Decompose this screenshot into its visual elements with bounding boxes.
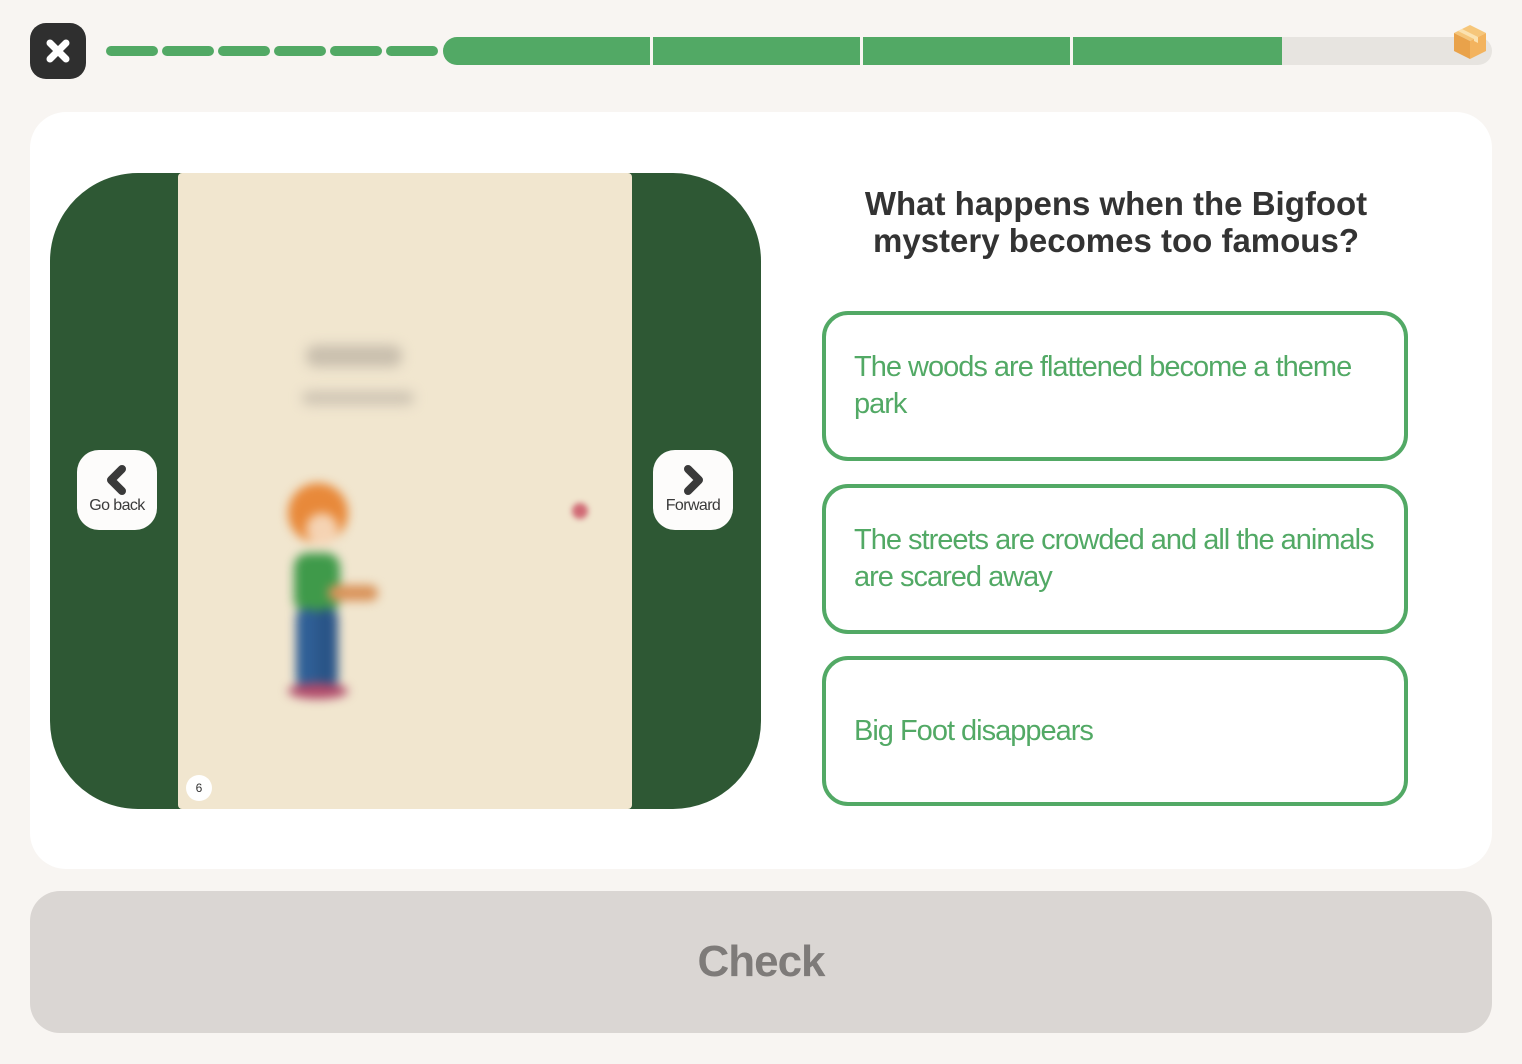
lesson-progress-bar (106, 37, 1492, 65)
progress-dash (386, 46, 438, 56)
progress-dash (218, 46, 270, 56)
answer-option[interactable]: Big Foot disappears (822, 656, 1408, 806)
progress-divider (1070, 37, 1073, 65)
check-button[interactable]: Check (30, 891, 1492, 1033)
page-text-blurred (306, 345, 402, 367)
chevron-right-icon (684, 465, 703, 495)
page-decoration (572, 503, 588, 519)
answer-option-text: The streets are crowded and all the anim… (854, 524, 1375, 593)
forward-button[interactable]: Forward (653, 450, 733, 530)
progress-dash (162, 46, 214, 56)
chevron-left-icon (107, 465, 126, 495)
progress-dash (106, 46, 158, 56)
close-x-icon (46, 39, 70, 63)
question-card: 6 Go back Forward What happens when the … (30, 112, 1492, 869)
progress-divider (650, 37, 653, 65)
forward-label: Forward (665, 497, 721, 514)
package-box-icon (1454, 25, 1486, 59)
answer-option[interactable]: The woods are flattened become a theme p… (822, 311, 1408, 461)
progress-dash (274, 46, 326, 56)
go-back-button[interactable]: Go back (77, 450, 157, 530)
book-page: 6 (178, 173, 632, 809)
storybook-viewer: 6 Go back Forward (50, 173, 761, 809)
progress-dash (330, 46, 382, 56)
progress-track (443, 37, 1492, 65)
page-text-blurred (302, 391, 414, 405)
go-back-label: Go back (89, 497, 145, 514)
close-button[interactable] (30, 23, 86, 79)
character-illustration (288, 483, 378, 699)
progress-divider (860, 37, 863, 65)
answer-option-text: Big Foot disappears (854, 714, 1094, 747)
page-number: 6 (186, 775, 212, 801)
answer-option-text: The woods are flattened become a theme p… (854, 351, 1352, 420)
question-text: What happens when the Bigfoot mystery be… (864, 185, 1368, 259)
answer-option[interactable]: The streets are crowded and all the anim… (822, 484, 1408, 634)
